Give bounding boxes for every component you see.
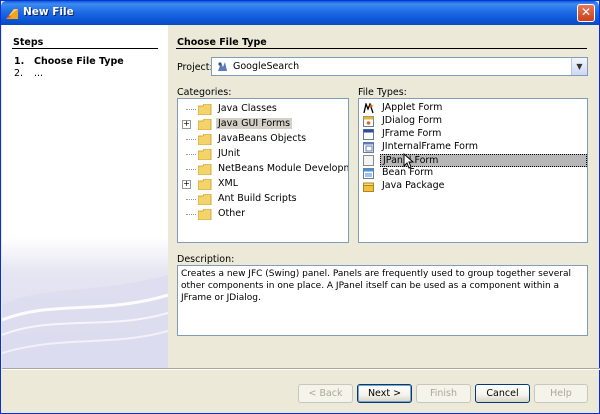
title-divider — [176, 48, 587, 49]
category-item[interactable]: Ant Build Scripts — [178, 192, 348, 206]
folder-icon — [198, 134, 212, 145]
file-type-label: JFrame Form — [382, 128, 442, 139]
tree-connector — [186, 154, 196, 155]
mouse-cursor-icon — [403, 153, 415, 169]
file-types-label: File Types: — [358, 87, 407, 98]
categories-tree[interactable]: Java Classes + Java GUI Forms JavaBeans … — [177, 98, 349, 243]
tree-connector — [186, 214, 196, 215]
file-type-item[interactable]: JInternalFrame Form — [359, 141, 587, 154]
file-types-list[interactable]: JApplet Form JDialog Form JFrame Form JI… — [358, 98, 588, 243]
internal-frame-icon — [363, 142, 374, 153]
tree-connector — [186, 109, 196, 110]
close-icon: ✕ — [580, 5, 592, 19]
applet-icon — [363, 103, 374, 114]
category-item[interactable]: Java Classes — [178, 102, 348, 116]
category-label: Java GUI Forms — [216, 118, 293, 129]
project-icon — [218, 62, 227, 71]
step-item-next: 2.... — [14, 68, 43, 79]
tree-connector — [186, 199, 196, 200]
file-type-label: JInternalFrame Form — [382, 141, 478, 152]
tree-connector — [186, 139, 196, 140]
expand-icon[interactable]: + — [182, 120, 191, 129]
step-number: 2. — [14, 68, 24, 79]
tree-connector — [186, 169, 196, 170]
folder-icon — [198, 104, 212, 115]
file-type-item[interactable]: JDialog Form — [359, 115, 587, 128]
category-label: Ant Build Scripts — [218, 193, 297, 204]
close-button[interactable]: ✕ — [577, 4, 595, 22]
step-item-choose-file-type: 1. Choose File Type — [14, 56, 124, 67]
window-title: New File — [23, 6, 74, 18]
category-label: JavaBeans Objects — [218, 133, 307, 144]
folder-icon — [198, 179, 212, 190]
steps-divider — [12, 48, 158, 49]
chevron-down-icon[interactable]: ▼ — [571, 58, 587, 75]
cancel-button[interactable]: Cancel — [475, 384, 530, 403]
file-type-label: Java Package — [382, 180, 445, 191]
category-label: JUnit — [218, 148, 241, 159]
file-type-item[interactable]: JFrame Form — [359, 128, 587, 141]
category-item[interactable]: JavaBeans Objects — [178, 132, 348, 146]
title-bar[interactable]: New File ✕ — [1, 1, 599, 25]
folder-icon — [198, 209, 212, 220]
expand-icon[interactable]: + — [182, 180, 191, 189]
project-value: GoogleSearch — [233, 61, 300, 72]
folder-icon — [198, 194, 212, 205]
step-label: Choose File Type — [34, 56, 124, 67]
folder-icon — [198, 164, 212, 175]
file-type-item[interactable]: Java Package — [359, 180, 587, 193]
category-item[interactable]: + XML — [178, 177, 348, 191]
project-label: Project: — [177, 62, 213, 73]
folder-icon — [198, 149, 212, 160]
decorative-wave — [2, 275, 168, 368]
dialog-icon — [363, 116, 374, 127]
file-type-item-selected[interactable]: JPanel Form — [359, 154, 587, 167]
page-title: Choose File Type — [177, 37, 267, 48]
file-type-item[interactable]: Bean Form — [359, 167, 587, 180]
category-label: Other — [218, 208, 245, 219]
description-label: Description: — [177, 254, 235, 265]
category-label: NetBeans Module Development — [218, 163, 348, 174]
folder-icon — [198, 119, 212, 130]
new-file-dialog: New File ✕ Steps 1. Choose File Type 2...… — [0, 0, 600, 414]
file-type-label: JApplet Form — [382, 102, 443, 113]
category-item-selected[interactable]: + Java GUI Forms — [178, 117, 348, 131]
category-item[interactable]: NetBeans Module Development — [178, 162, 348, 176]
step-number: 1. — [14, 56, 25, 67]
step-label: ... — [34, 68, 44, 79]
next-button[interactable]: Next > — [357, 384, 412, 403]
project-dropdown[interactable]: GoogleSearch ▼ — [211, 57, 588, 76]
help-button[interactable]: Help — [534, 384, 588, 403]
steps-title: Steps — [13, 37, 44, 48]
categories-label: Categories: — [177, 87, 232, 98]
category-label: XML — [218, 178, 238, 189]
description-text: Creates a new JFC (Swing) panel. Panels … — [177, 265, 588, 336]
file-type-item[interactable]: JApplet Form — [359, 102, 587, 115]
back-button[interactable]: < Back — [298, 384, 353, 403]
category-item[interactable]: Other — [178, 207, 348, 221]
frame-icon — [363, 129, 374, 140]
category-item[interactable]: JUnit — [178, 147, 348, 161]
footer-divider — [2, 368, 600, 370]
file-type-label: JDialog Form — [382, 115, 443, 126]
bean-icon — [363, 168, 374, 179]
category-label: Java Classes — [218, 103, 277, 114]
package-icon — [363, 182, 374, 192]
panel-icon — [363, 155, 374, 166]
finish-button[interactable]: Finish — [416, 384, 471, 403]
new-file-icon — [6, 9, 18, 19]
steps-panel: Steps 1. Choose File Type 2.... — [2, 25, 168, 368]
